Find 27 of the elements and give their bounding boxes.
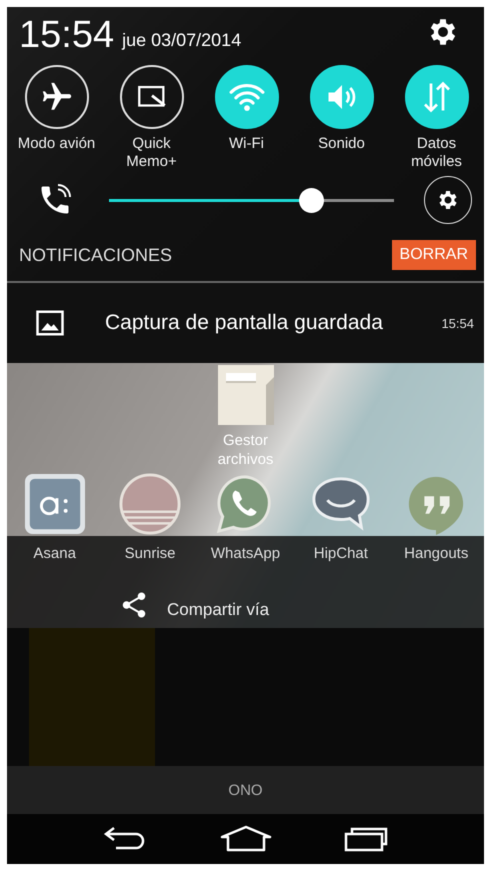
- image-icon: [35, 308, 65, 338]
- brightness-settings-button[interactable]: [424, 176, 472, 224]
- carrier-name: ONO: [228, 782, 263, 798]
- toggle-label: Datos móviles: [410, 135, 463, 171]
- app-label: Sunrise: [124, 545, 176, 562]
- pen-screen-toggle[interactable]: [120, 65, 184, 129]
- toggle-label: Sonido: [317, 135, 366, 153]
- notification-card[interactable]: Captura de pantalla guardada 15:54: [7, 283, 484, 363]
- toggle-label: Wi-Fi: [228, 135, 265, 153]
- app-label: HipChat: [314, 545, 368, 562]
- clock-time: 15:54: [19, 13, 114, 57]
- notification-title: Captura de pantalla guardada: [105, 311, 384, 335]
- app-label: WhatsApp: [210, 545, 280, 562]
- notification-time: 15:54: [441, 316, 474, 330]
- home-icon[interactable]: [218, 825, 272, 853]
- app-label: Asana: [33, 545, 76, 562]
- toggle-label: Quick Memo+: [125, 135, 178, 171]
- share-via-text: Compartir vía: [167, 600, 270, 620]
- app-label: Gestor archivos: [216, 431, 274, 469]
- app-label: Hangouts: [404, 545, 468, 562]
- airplane-toggle[interactable]: [24, 65, 88, 129]
- file-manager-app-icon[interactable]: [216, 365, 276, 425]
- notifications-heading: NOTIFICACIONES: [19, 244, 172, 266]
- toggle-label: Modo avión: [16, 135, 96, 153]
- asana-app-icon[interactable]: [24, 473, 86, 535]
- date-text: jue 03/07/2014: [122, 30, 242, 51]
- slider-thumb[interactable]: [299, 188, 324, 212]
